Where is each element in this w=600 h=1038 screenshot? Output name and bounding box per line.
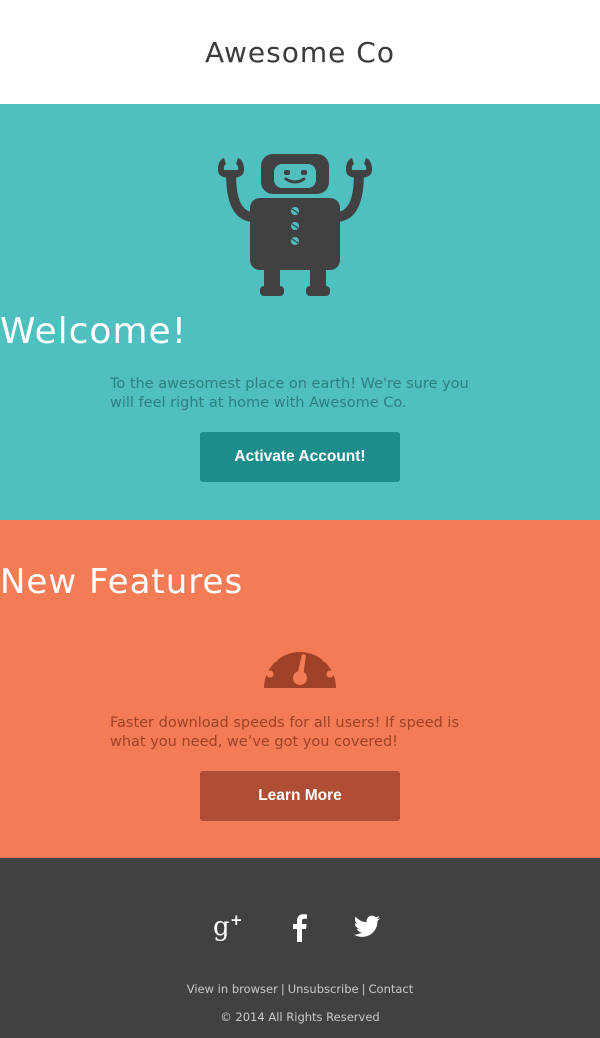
view-in-browser-link[interactable]: View in browser — [187, 982, 278, 996]
footer-links: View in browser | Unsubscribe | Contact — [0, 982, 600, 996]
facebook-icon[interactable] — [284, 910, 314, 944]
features-title: New Features — [0, 562, 244, 602]
hero-title: Welcome! — [0, 311, 188, 352]
unsubscribe-link[interactable]: Unsubscribe — [288, 982, 359, 996]
robot-icon — [218, 154, 372, 296]
speedometer-icon — [264, 638, 336, 688]
activate-account-button[interactable]: Activate Account! — [200, 432, 400, 482]
svg-text:+: + — [230, 911, 243, 929]
twitter-icon[interactable] — [350, 910, 384, 944]
features-text: Faster download speeds for all users! If… — [110, 715, 460, 750]
header: Awesome Co — [0, 0, 600, 104]
brand-name: Awesome Co — [205, 35, 395, 69]
link-separator: | — [361, 982, 366, 996]
copyright: © 2014 All Rights Reserved — [220, 1010, 380, 1024]
hero-text: To the awesomest place on earth! We're s… — [110, 376, 469, 411]
email-page: Awesome Co Welcome! To the awesomest pla… — [0, 0, 600, 1038]
footer: g + View in browser | Unsubscribe | Contact … — [0, 858, 600, 1038]
contact-link[interactable]: Contact — [369, 982, 414, 996]
svg-text:g: g — [213, 912, 230, 942]
google-plus-icon[interactable]: g + — [210, 910, 246, 944]
link-separator: | — [280, 982, 285, 996]
learn-more-button[interactable]: Learn More — [200, 771, 400, 821]
